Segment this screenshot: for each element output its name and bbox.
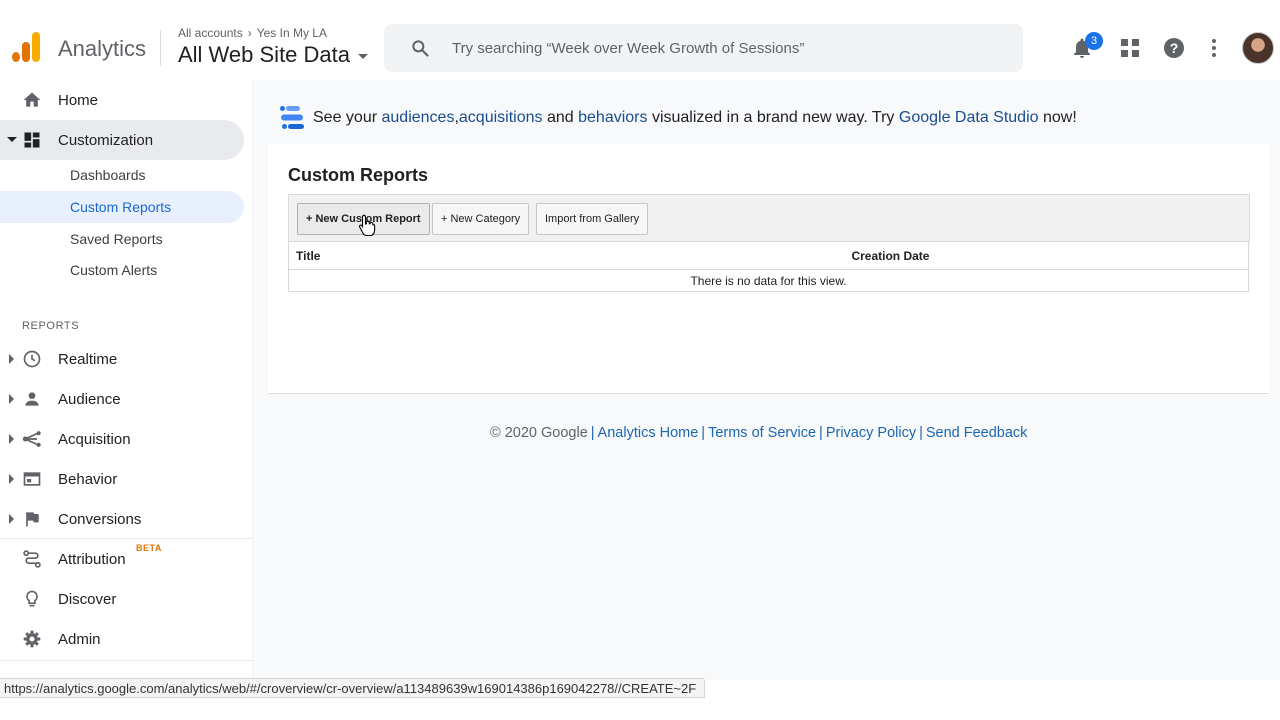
clock-icon <box>23 350 41 368</box>
sidebar-item-label: Home <box>58 91 99 109</box>
lightbulb-icon <box>26 590 38 607</box>
sidebar-item-label: Conversions <box>58 510 142 528</box>
browser-status-url: https://analytics.google.com/analytics/w… <box>0 678 706 698</box>
data-studio-link[interactable]: Google Data Studio <box>899 109 1039 127</box>
breadcrumb-property[interactable]: Yes In My LA <box>257 26 327 40</box>
footer-separator: | <box>819 425 823 441</box>
table-row: There is no data for this view. <box>288 269 1249 292</box>
data-studio-promo: See your audiences, acquisitions and beh… <box>278 104 1077 132</box>
reports-table: Title Creation Date There is no data for … <box>288 241 1249 292</box>
search-input[interactable] <box>452 24 1002 72</box>
new-category-button[interactable]: + New Category <box>432 203 530 235</box>
account-avatar[interactable] <box>1242 32 1274 64</box>
sidebar-item-label: Behavior <box>58 470 118 488</box>
footer-link-send-feedback[interactable]: Send Feedback <box>926 425 1028 441</box>
promo-text: visualized in a brand new way. Try <box>647 109 899 126</box>
page-title: Custom Reports <box>288 165 429 185</box>
expand-arrow-icon <box>9 394 14 404</box>
sidebar-item-discover[interactable]: Discover <box>0 579 244 619</box>
apps-grid-icon[interactable] <box>1118 36 1142 60</box>
sidebar-item-attribution[interactable]: Attribution BETA <box>0 539 244 579</box>
acquisition-icon <box>22 431 41 447</box>
empty-state-message: There is no data for this view. <box>288 269 1249 292</box>
view-name: All Web Site Data <box>178 42 351 67</box>
help-icon[interactable]: ? <box>1162 36 1186 60</box>
table-header-row: Title Creation Date <box>288 241 1249 270</box>
sidebar-item-behavior[interactable]: Behavior <box>0 459 244 499</box>
chevron-right-icon: › <box>247 26 252 40</box>
attribution-icon <box>23 550 41 568</box>
gear-icon <box>23 630 41 648</box>
import-from-gallery-button[interactable]: Import from Gallery <box>536 203 649 235</box>
footer-separator: | <box>919 425 923 441</box>
sidebar-item-custom-reports[interactable]: Custom Reports <box>0 191 244 223</box>
breadcrumb[interactable]: All accounts › Yes In My LA <box>178 26 327 40</box>
promo-text: now! <box>1038 109 1077 126</box>
view-selector[interactable]: All Web Site Data <box>178 42 369 68</box>
sidebar-item-acquisition[interactable]: Acquisition <box>0 419 244 459</box>
analytics-logo-icon[interactable] <box>12 32 40 62</box>
footer-link-analytics-home[interactable]: Analytics Home <box>598 425 699 441</box>
search-bar[interactable] <box>384 24 1023 72</box>
copyright-text: © 2020 Google <box>490 425 588 441</box>
expand-arrow-icon <box>9 474 14 484</box>
sidebar-item-label: Realtime <box>58 350 118 368</box>
home-icon <box>23 92 41 107</box>
sidebar-item-label: Customization <box>58 131 154 149</box>
sidebar-item-customization[interactable]: Customization <box>0 120 244 160</box>
beta-badge: BETA <box>136 543 162 553</box>
sidebar-item-realtime[interactable]: Realtime <box>0 339 244 379</box>
sidebar-divider <box>0 660 253 661</box>
sidebar-item-audience[interactable]: Audience <box>0 379 244 419</box>
sidebar-item-label: Audience <box>58 390 121 408</box>
expand-arrow-icon <box>9 514 14 524</box>
promo-text: See your <box>313 109 378 126</box>
flag-icon <box>26 512 39 527</box>
sidebar-item-admin[interactable]: Admin <box>0 619 244 659</box>
sidebar-item-custom-alerts[interactable]: Custom Alerts <box>0 254 244 286</box>
behavior-icon <box>23 472 41 486</box>
behaviors-link[interactable]: behaviors <box>578 109 647 127</box>
footer-link-terms[interactable]: Terms of Service <box>708 425 816 441</box>
header-divider <box>160 30 161 66</box>
reports-section-label: REPORTS <box>22 320 80 332</box>
column-creation-date-header[interactable]: Creation Date <box>851 249 929 263</box>
app-name[interactable]: Analytics <box>58 36 146 62</box>
top-bar: Analytics All accounts › Yes In My LA All … <box>0 0 1280 80</box>
sidebar-item-saved-reports[interactable]: Saved Reports <box>0 223 244 255</box>
column-title-header[interactable]: Title Creation Date <box>288 241 1249 270</box>
svg-text:?: ? <box>1170 40 1179 56</box>
more-vert-icon[interactable] <box>1202 36 1226 60</box>
data-studio-icon <box>280 106 304 129</box>
column-label: Title <box>296 248 321 263</box>
breadcrumb-account[interactable]: All accounts <box>178 26 243 40</box>
sidebar-item-label: Acquisition <box>58 430 131 448</box>
promo-text: and <box>546 109 574 126</box>
sidebar-item-conversions[interactable]: Conversions <box>0 499 244 539</box>
footer-separator: | <box>701 425 706 441</box>
custom-reports-card: Custom Reports + New Custom Report + New… <box>268 144 1269 394</box>
sidebar-item-label: Discover <box>58 590 117 608</box>
sidebar-item-home[interactable]: Home <box>0 80 244 120</box>
sidebar-item-label: Admin <box>58 630 101 648</box>
sidebar-item-dashboards[interactable]: Dashboards <box>0 159 244 191</box>
sidebar-item-label: Attribution <box>58 550 126 568</box>
footer-link-privacy[interactable]: Privacy Policy <box>826 425 916 441</box>
person-icon <box>25 392 39 406</box>
expand-arrow-icon <box>9 354 14 364</box>
dashboard-icon <box>24 132 40 148</box>
footer-separator: | <box>590 425 595 441</box>
reports-toolbar: + New Custom Report + New Category Impor… <box>288 194 1250 242</box>
sidebar: Home Customization Dashboards Custom Rep… <box>0 80 253 680</box>
expand-arrow-icon <box>9 434 14 444</box>
search-icon <box>412 40 429 57</box>
hand-cursor-icon <box>358 214 376 236</box>
acquisitions-link[interactable]: acquisitions <box>459 109 543 127</box>
audiences-link[interactable]: audiences <box>382 109 455 127</box>
dropdown-caret-icon <box>358 53 369 59</box>
footer: © 2020 Google | Analytics Home | Terms of Se… <box>490 425 1027 441</box>
notification-count-badge: 3 <box>1085 32 1103 50</box>
expand-arrow-icon <box>7 137 17 142</box>
